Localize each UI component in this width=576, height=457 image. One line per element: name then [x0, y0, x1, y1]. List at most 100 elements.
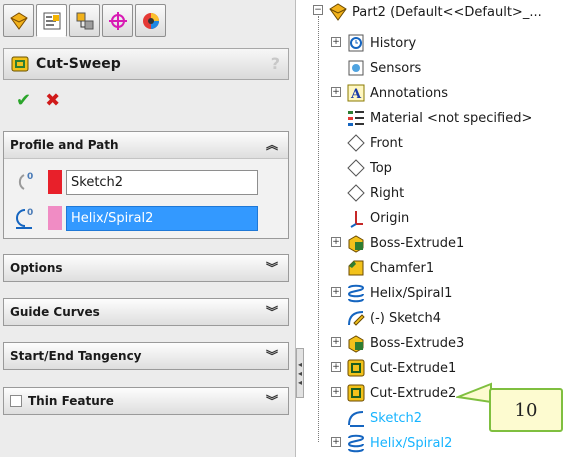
group-header-profile-and-path[interactable]: Profile and Path ︽ — [4, 132, 288, 158]
configuration-manager-icon — [76, 12, 93, 29]
expand-toggle[interactable]: + — [331, 362, 341, 372]
splitter-arrow-icon: ◂ — [297, 377, 302, 387]
tree-item-sketch4[interactable]: (-) Sketch4 — [346, 306, 441, 330]
tree-root-part[interactable]: Part2 (Default<<Default>_... — [328, 0, 542, 24]
expand-chevron-icon[interactable]: ︾ — [266, 259, 278, 276]
expand-toggle[interactable]: + — [331, 237, 341, 247]
tree-item-helix-spiral2[interactable]: Helix/Spiral2 — [346, 431, 452, 455]
tree-item-boss-extrude3[interactable]: Boss-Extrude3 — [346, 331, 464, 355]
step-callout: 10 — [489, 388, 563, 432]
sensor-icon — [348, 60, 364, 76]
expand-toggle[interactable]: + — [331, 387, 341, 397]
tree-item-cut-extrude1[interactable]: Cut-Extrude1 — [346, 356, 456, 380]
ok-button[interactable]: ✔ — [16, 90, 31, 111]
expand-chevron-icon[interactable]: ︾ — [266, 303, 278, 320]
expand-toggle[interactable]: + — [331, 287, 341, 297]
feature-title-bar: Cut-Sweep ? — [3, 48, 289, 80]
tree-item-label: Sensors — [370, 60, 422, 76]
plane-icon — [347, 184, 365, 202]
tree-item-cut-extrude2[interactable]: Cut-Extrude2 — [346, 381, 456, 405]
tree-item-label: Right — [370, 185, 405, 201]
tab-property-manager[interactable] — [36, 4, 67, 37]
expand-chevron-icon[interactable]: ︾ — [266, 347, 278, 364]
tree-item-sketch2[interactable]: Sketch2 — [346, 406, 422, 430]
tree-item-label: Helix/Spiral1 — [370, 285, 453, 301]
dimxpert-icon — [108, 11, 127, 30]
splitter-arrow-icon: ◂ — [297, 359, 302, 369]
tree-item-label: Sketch2 — [370, 410, 423, 426]
svg-text:0: 0 — [27, 172, 33, 182]
tree-item-label: Chamfer1 — [370, 260, 435, 276]
tree-item-label: Material <not specified> — [370, 110, 533, 126]
splitter-arrow-icon: ◂ — [297, 368, 302, 378]
cancel-button[interactable]: ✖ — [45, 90, 60, 111]
profile-selection-box[interactable]: Sketch2 — [66, 169, 258, 195]
tree-item-label: History — [370, 35, 417, 51]
svg-text:0: 0 — [27, 208, 33, 218]
manager-tabs — [3, 4, 168, 40]
history-icon — [348, 34, 364, 52]
thin-feature-checkbox[interactable] — [10, 395, 22, 407]
tree-item-sensors[interactable]: Sensors — [346, 56, 421, 80]
path-selection-box[interactable]: Helix/Spiral2 — [66, 205, 258, 231]
profile-row: 0 Sketch2 — [12, 169, 258, 195]
sketch-icon — [348, 311, 365, 326]
plane-icon — [347, 134, 365, 152]
expand-toggle[interactable]: + — [331, 37, 341, 47]
tree-item-label: Helix/Spiral2 — [370, 435, 453, 451]
group-profile-and-path: Profile and Path ︽ 0 Sketch2 0 Helix/Spi — [3, 131, 289, 239]
group-label: Guide Curves — [10, 305, 100, 319]
tree-item-top-plane[interactable]: Top — [346, 156, 392, 180]
tree-item-helix-spiral1[interactable]: Helix/Spiral1 — [346, 281, 452, 305]
tree-item-label: Origin — [370, 210, 410, 226]
tab-dimxpert-manager[interactable] — [102, 4, 133, 37]
group-header-guide-curves[interactable]: Guide Curves ︾ — [4, 299, 288, 325]
expand-toggle[interactable]: + — [331, 437, 341, 447]
part-icon — [329, 3, 347, 21]
tree-item-label: Top — [370, 160, 392, 176]
group-label: Start/End Tangency — [10, 349, 142, 363]
cut-sweep-icon — [11, 56, 29, 72]
group-label: Profile and Path — [10, 138, 119, 152]
path-icon: 0 — [16, 208, 33, 229]
collapse-chevron-icon[interactable]: ︽ — [266, 136, 278, 153]
group-label: Options — [10, 261, 63, 275]
group-thin-feature: Thin Feature ︾ — [3, 387, 289, 415]
tree-item-annotations[interactable]: A Annotations — [346, 81, 448, 105]
expand-toggle[interactable]: + — [331, 87, 341, 97]
group-header-start-end-tangency[interactable]: Start/End Tangency ︾ — [4, 343, 288, 369]
help-button[interactable]: ? — [271, 54, 280, 73]
group-header-thin-feature[interactable]: Thin Feature ︾ — [4, 388, 288, 414]
tab-feature-manager[interactable] — [3, 4, 34, 37]
group-options: Options ︾ — [3, 254, 289, 282]
property-manager-icon — [43, 12, 60, 29]
expand-toggle[interactable]: + — [331, 337, 341, 347]
expand-chevron-icon[interactable]: ︾ — [266, 392, 278, 409]
cut-extrude-icon — [347, 359, 365, 377]
tree-item-origin[interactable]: Origin — [346, 206, 409, 230]
svg-text:A: A — [350, 87, 362, 102]
path-row: 0 Helix/Spiral2 — [12, 205, 258, 231]
cut-extrude-icon — [347, 384, 365, 402]
group-header-options[interactable]: Options ︾ — [4, 255, 288, 281]
tree-item-label: Part2 (Default<<Default>_... — [352, 4, 542, 20]
tree-item-front-plane[interactable]: Front — [346, 131, 403, 155]
boss-extrude-icon — [348, 335, 364, 353]
tree-item-label: Boss-Extrude3 — [370, 335, 465, 351]
tree-item-label: Boss-Extrude1 — [370, 235, 465, 251]
tree-item-material[interactable]: Material <not specified> — [346, 106, 532, 130]
panel-splitter-handle[interactable]: ◂ ◂ ◂ — [296, 348, 304, 398]
collapse-toggle[interactable]: − — [313, 5, 323, 15]
tab-configuration-manager[interactable] — [69, 4, 100, 37]
tree-item-label: Front — [370, 135, 403, 151]
tree-item-label: Cut-Extrude1 — [370, 360, 457, 376]
tree-item-history[interactable]: History — [346, 31, 416, 55]
group-start-end-tangency: Start/End Tangency ︾ — [3, 342, 289, 370]
tree-item-right-plane[interactable]: Right — [346, 181, 404, 205]
tree-item-chamfer1[interactable]: Chamfer1 — [346, 256, 434, 280]
profile-and-path-body: 0 Sketch2 0 Helix/Spiral2 — [4, 158, 288, 238]
display-manager-icon — [142, 12, 159, 29]
tab-display-manager[interactable] — [135, 4, 166, 37]
tree-item-boss-extrude1[interactable]: Boss-Extrude1 — [346, 231, 464, 255]
ok-cancel-row: ✔ ✖ — [16, 90, 60, 111]
